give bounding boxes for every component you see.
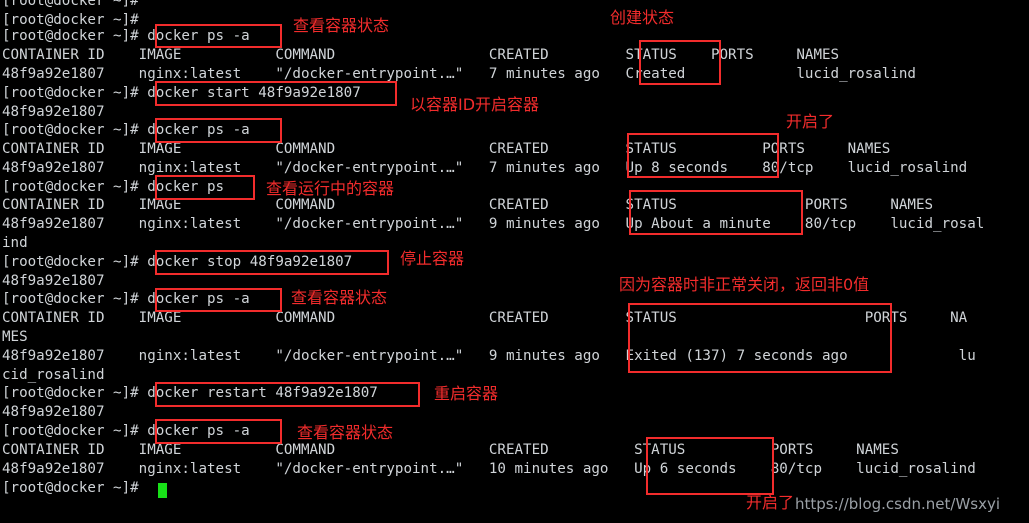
terminal-line-command: [root@docker ~]# docker ps -a — [2, 122, 250, 138]
terminal-line-command: [root@docker ~]# docker ps -a — [2, 291, 250, 307]
terminal-line-header: CONTAINER ID IMAGE COMMAND CREATED STATU… — [2, 47, 840, 63]
annotation-label-9: 重启容器 — [434, 384, 499, 403]
terminal-line-command: [root@docker ~]# docker ps -a — [2, 28, 250, 44]
annotation-label-6: 停止容器 — [400, 249, 465, 268]
terminal-line-wrap: MES — [2, 329, 28, 345]
terminal-line-row: 48f9a92e1807 nginx:latest "/docker-entry… — [2, 160, 968, 176]
terminal-line-command: [root@docker ~]# docker start 48f9a92e18… — [2, 85, 361, 101]
terminal-line-command: [root@docker ~]# docker stop 48f9a92e180… — [2, 254, 353, 270]
terminal-line-wrap: cid_rosalind — [2, 367, 105, 383]
terminal-line: 48f9a92e1807 — [2, 273, 105, 289]
terminal-line: 48f9a92e1807 — [2, 104, 105, 120]
annotation-label-3: 以容器ID开启容器 — [410, 95, 540, 114]
annotation-label-7: 查看容器状态 — [291, 288, 388, 307]
annotation-label-8: 因为容器时非正常关闭，返回非0值 — [619, 275, 870, 294]
terminal-line-header: CONTAINER ID IMAGE COMMAND CREATED STATU… — [2, 141, 891, 157]
annotation-label-4: 开启了 — [786, 112, 835, 131]
terminal-line-command: [root@docker ~]# docker restart 48f9a92e… — [2, 385, 378, 401]
terminal-line-row: 48f9a92e1807 nginx:latest "/docker-entry… — [2, 216, 985, 232]
terminal-line-command: [root@docker ~]# docker ps -a — [2, 423, 250, 439]
annotation-label-2: 创建状态 — [610, 8, 675, 27]
terminal-cursor — [158, 483, 167, 498]
terminal-output[interactable]: [root@docker ~]# [root@docker ~]# [root@… — [0, 0, 1029, 523]
terminal-line-header: CONTAINER ID IMAGE COMMAND CREATED STATU… — [2, 197, 934, 213]
terminal-line-wrap: ind — [2, 235, 28, 251]
terminal-line-row: 48f9a92e1807 nginx:latest "/docker-entry… — [2, 461, 976, 477]
terminal-line: 48f9a92e1807 — [2, 404, 105, 420]
terminal-line-header: CONTAINER ID IMAGE COMMAND CREATED STATU… — [2, 442, 899, 458]
terminal-line: [root@docker ~]# — [2, 0, 139, 9]
annotation-label-5: 查看运行中的容器 — [266, 179, 395, 198]
annotation-label-11: 开启了 — [746, 493, 795, 512]
annotation-label-1: 查看容器状态 — [293, 16, 390, 35]
terminal-line-row: 48f9a92e1807 nginx:latest "/docker-entry… — [2, 66, 916, 82]
terminal-screenshot: [root@docker ~]# [root@docker ~]# [root@… — [0, 0, 1029, 523]
terminal-line-header: CONTAINER ID IMAGE COMMAND CREATED STATU… — [2, 310, 968, 326]
terminal-line-command: [root@docker ~]# docker ps — [2, 179, 225, 195]
watermark-url: https://blog.csdn.net/Wsxyi — [795, 495, 1001, 513]
annotation-label-10: 查看容器状态 — [297, 423, 394, 442]
terminal-line-row: 48f9a92e1807 nginx:latest "/docker-entry… — [2, 348, 976, 364]
terminal-line-prompt: [root@docker ~]# — [2, 480, 139, 496]
